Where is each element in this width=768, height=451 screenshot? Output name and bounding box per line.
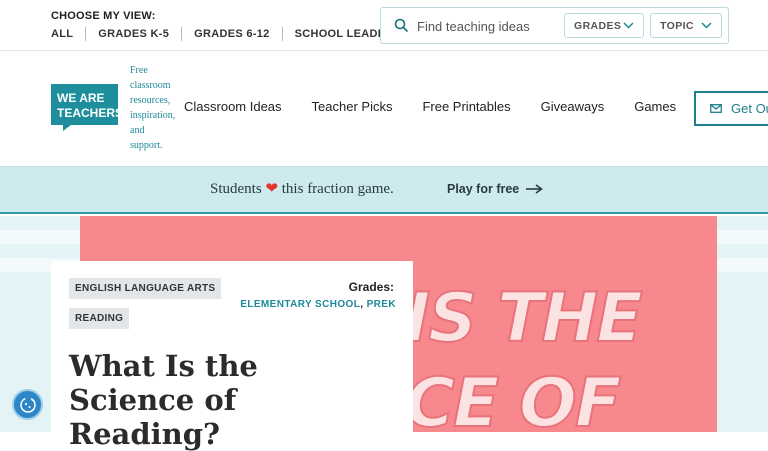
tagline-line: classroom — [130, 80, 171, 91]
we-are-teachers-logo[interactable]: WE ARE TEACHERS — [51, 84, 118, 131]
tagline-line: resources, — [130, 95, 171, 106]
tagline-line: inspiration, — [130, 110, 176, 121]
topic-dropdown[interactable]: TOPIC — [650, 13, 722, 38]
nav-item-giveaways[interactable]: Giveaways — [541, 99, 605, 114]
play-for-free-link[interactable]: Play for free — [447, 182, 544, 196]
play-link-label: Play for free — [447, 182, 520, 196]
search-icon[interactable] — [394, 18, 408, 32]
logo-line-2: TEACHERS — [57, 106, 118, 120]
hero-line-2: CE OF — [405, 364, 621, 432]
nav-item-free-printables[interactable]: Free Printables — [422, 99, 510, 114]
utility-bar: CHOOSE MY VIEW: ALL GRADES K-5 GRADES 6-… — [0, 0, 768, 51]
topic-dropdown-label: TOPIC — [660, 19, 694, 32]
promo-text-start: Students — [210, 181, 262, 197]
view-link-all[interactable]: ALL — [51, 28, 73, 40]
choose-view-label: CHOOSE MY VIEW: — [51, 10, 156, 22]
promo-banner: Students ❤ this fraction game. Play for … — [0, 166, 768, 214]
article-card: ENGLISH LANGUAGE ARTS READING Grades: EL… — [51, 261, 413, 451]
nav-item-classroom-ideas[interactable]: Classroom Ideas — [184, 99, 282, 114]
grades-dropdown-label: GRADES — [574, 19, 622, 32]
tag-reading[interactable]: READING — [69, 308, 130, 329]
envelope-icon — [710, 104, 722, 113]
cookie-icon — [19, 396, 36, 413]
newsletter-button[interactable]: Get Ou — [694, 91, 768, 126]
grades-label: Grades: — [348, 280, 394, 294]
grades-list: ELEMENTARY SCHOOL, PREK — [240, 299, 396, 310]
arrow-right-icon — [526, 184, 544, 194]
logo-line-1: WE ARE — [57, 91, 105, 105]
heart-icon: ❤ — [265, 181, 279, 197]
search-box: GRADES TOPIC — [380, 7, 729, 44]
tag-english-language-arts[interactable]: ENGLISH LANGUAGE ARTS — [69, 278, 222, 299]
tagline-line: Free — [130, 65, 148, 76]
tagline-line: and — [130, 125, 145, 136]
promo-text: Students ❤ this fraction game. — [210, 179, 394, 198]
newsletter-button-label: Get Ou — [731, 101, 768, 116]
grade-link-prek[interactable]: PREK — [367, 299, 396, 310]
chevron-down-icon — [623, 22, 634, 29]
grades-dropdown[interactable]: GRADES — [564, 13, 644, 38]
divider — [181, 27, 183, 41]
grade-link-elementary[interactable]: ELEMENTARY SCHOOL — [240, 299, 360, 310]
main-nav: Classroom Ideas Teacher Picks Free Print… — [184, 99, 706, 114]
view-links: ALL GRADES K-5 GRADES 6-12 SCHOOL LEADER… — [51, 27, 401, 41]
divider — [281, 27, 283, 41]
view-link-grades-k5[interactable]: GRADES K-5 — [98, 28, 169, 40]
search-input[interactable] — [417, 16, 563, 36]
hero-line-1: IS THE — [405, 279, 642, 358]
article-title: What Is the Science of Reading? — [69, 349, 258, 451]
view-link-grades-6-12[interactable]: GRADES 6-12 — [194, 28, 269, 40]
divider — [85, 27, 87, 41]
tagline-line: support. — [130, 140, 163, 151]
promo-text-end: this fraction game. — [281, 181, 394, 197]
nav-item-games[interactable]: Games — [634, 99, 676, 114]
site-header: WE ARE TEACHERS Free classroom resources… — [0, 52, 768, 166]
site-tagline: Free classroom resources, inspiration, a… — [130, 63, 192, 153]
chevron-down-icon — [701, 22, 712, 29]
accessibility-widget-button[interactable] — [12, 389, 43, 420]
nav-item-teacher-picks[interactable]: Teacher Picks — [312, 99, 393, 114]
